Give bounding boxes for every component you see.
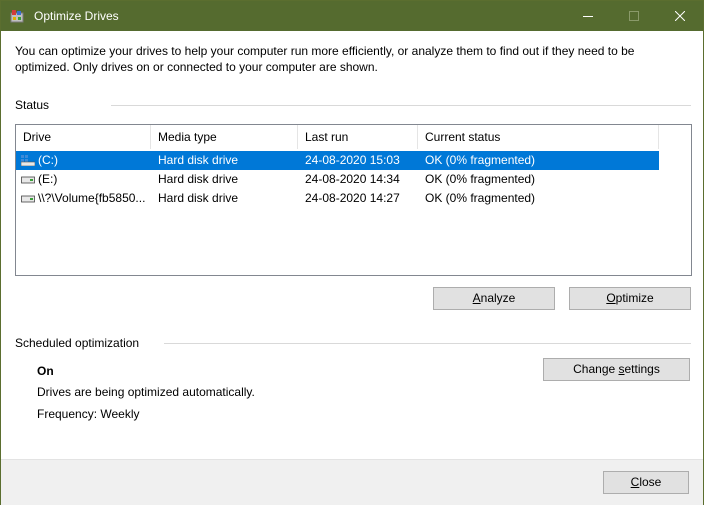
change-settings-label-rest: ettings bbox=[624, 362, 660, 376]
scheduled-divider bbox=[164, 343, 691, 344]
drive-media-type: Hard disk drive bbox=[158, 172, 239, 186]
dialog-content: You can optimize your drives to help you… bbox=[1, 31, 703, 459]
optimize-label: ptimize bbox=[615, 291, 654, 305]
drive-status: OK (0% fragmented) bbox=[425, 153, 536, 167]
change-settings-button[interactable]: Change settings bbox=[543, 358, 690, 381]
analyze-label: nalyze bbox=[480, 291, 516, 305]
column-header-current-status[interactable]: Current status bbox=[418, 125, 659, 149]
drive-last-run: 24-08-2020 14:34 bbox=[305, 172, 400, 186]
analyze-button[interactable]: Analyze bbox=[433, 287, 555, 310]
status-section-label: Status bbox=[15, 98, 50, 112]
drive-status: OK (0% fragmented) bbox=[425, 172, 536, 186]
minimize-button[interactable] bbox=[565, 1, 611, 31]
drive-name: (C:) bbox=[38, 153, 58, 167]
drives-list-header: Drive Media type Last run Current status bbox=[16, 125, 691, 149]
system-drive-icon bbox=[21, 155, 35, 166]
drive-name: (E:) bbox=[38, 172, 58, 186]
intro-text: You can optimize your drives to help you… bbox=[15, 44, 635, 74]
drive-status: OK (0% fragmented) bbox=[425, 191, 536, 205]
drive-name: \\?\Volume{fb5850... bbox=[38, 191, 146, 205]
maximize-icon bbox=[629, 11, 639, 21]
close-icon bbox=[675, 11, 685, 21]
close-label: lose bbox=[639, 475, 662, 489]
drive-icon bbox=[21, 176, 35, 184]
change-settings-label-prefix: Change bbox=[573, 362, 619, 376]
title-bar[interactable]: Optimize Drives bbox=[1, 1, 703, 31]
schedule-state: On bbox=[37, 364, 54, 378]
drives-list[interactable]: Drive Media type Last run Current status… bbox=[15, 124, 692, 276]
schedule-frequency: Frequency: Weekly bbox=[37, 407, 140, 421]
optimize-mnemonic: O bbox=[606, 291, 616, 305]
defrag-app-icon bbox=[10, 10, 24, 23]
close-window-button[interactable] bbox=[657, 1, 703, 31]
drive-last-run: 24-08-2020 15:03 bbox=[305, 153, 400, 167]
column-header-media-type[interactable]: Media type bbox=[151, 125, 298, 149]
schedule-description: Drives are being optimized automatically… bbox=[37, 385, 255, 399]
scheduled-section-label: Scheduled optimization bbox=[15, 336, 140, 350]
drive-media-type: Hard disk drive bbox=[158, 153, 239, 167]
maximize-button[interactable] bbox=[611, 1, 657, 31]
dialog-footer: Close bbox=[1, 459, 703, 505]
table-row[interactable]: \\?\Volume{fb5850... Hard disk drive 24-… bbox=[16, 189, 659, 208]
minimize-icon bbox=[583, 16, 593, 17]
table-row[interactable]: (E:) Hard disk drive 24-08-2020 14:34 OK… bbox=[16, 170, 659, 189]
drive-media-type: Hard disk drive bbox=[158, 191, 239, 205]
table-row[interactable]: (C:) Hard disk drive 24-08-2020 15:03 OK… bbox=[16, 151, 659, 170]
column-header-last-run[interactable]: Last run bbox=[298, 125, 418, 149]
optimize-drives-window: Optimize Drives You can optimize your dr… bbox=[0, 0, 704, 505]
status-divider bbox=[111, 105, 691, 106]
analyze-mnemonic: A bbox=[472, 291, 481, 305]
close-button[interactable]: Close bbox=[603, 471, 689, 494]
drive-icon bbox=[21, 195, 35, 203]
drive-last-run: 24-08-2020 14:27 bbox=[305, 191, 400, 205]
window-title: Optimize Drives bbox=[34, 9, 119, 23]
column-header-drive[interactable]: Drive bbox=[16, 125, 151, 149]
optimize-button[interactable]: Optimize bbox=[569, 287, 691, 310]
